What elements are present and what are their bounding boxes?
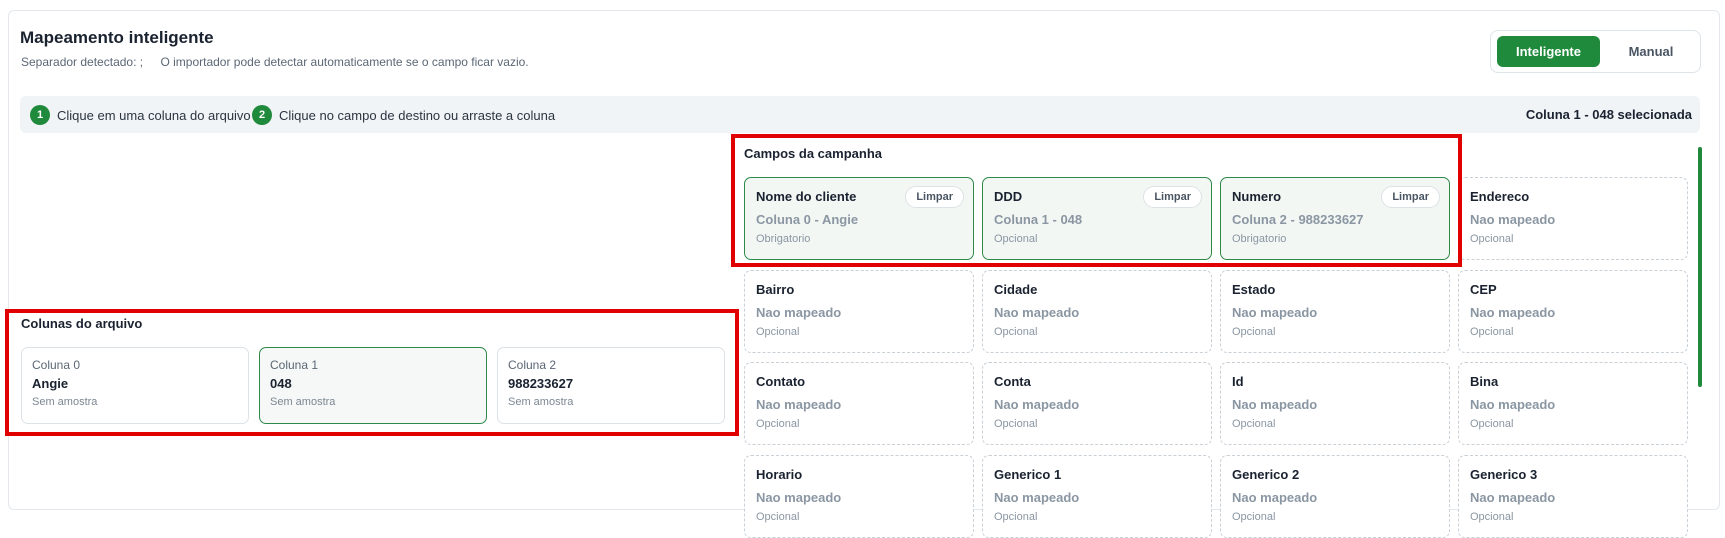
field-status: Opcional	[994, 418, 1038, 430]
field-card-generico-2[interactable]: Generico 2 Nao mapeado Opcional	[1220, 455, 1450, 538]
mode-inteligente-button[interactable]: Inteligente	[1497, 36, 1600, 67]
field-status: Opcional	[1470, 326, 1514, 338]
field-name: Horario	[756, 467, 803, 482]
field-mapping: Nao mapeado	[1232, 305, 1318, 320]
field-mapping: Nao mapeado	[994, 305, 1080, 320]
step-1: 1 Clique em uma coluna do arquivo	[30, 105, 251, 125]
step-1-badge: 1	[30, 105, 50, 125]
field-card-horario[interactable]: Horario Nao mapeado Opcional	[744, 455, 974, 538]
field-status: Opcional	[1232, 326, 1276, 338]
field-card-endereco[interactable]: Endereco Nao mapeado Opcional	[1458, 177, 1688, 260]
field-card-contato[interactable]: Contato Nao mapeado Opcional	[744, 362, 974, 445]
fields-scrollbar[interactable]	[1698, 147, 1702, 387]
hint-text: O importador pode detectar automaticamen…	[160, 55, 529, 69]
field-mapping: Nao mapeado	[756, 397, 842, 412]
field-name: CEP	[1470, 282, 1497, 297]
field-card-conta[interactable]: Conta Nao mapeado Opcional	[982, 362, 1212, 445]
field-card-bina[interactable]: Bina Nao mapeado Opcional	[1458, 362, 1688, 445]
field-mapping: Nao mapeado	[1232, 397, 1318, 412]
field-status: Opcional	[994, 511, 1038, 523]
field-mapping: Nao mapeado	[756, 305, 842, 320]
field-name: Estado	[1232, 282, 1276, 297]
mode-toggle: Inteligente Manual	[1490, 30, 1701, 73]
field-name: Endereco	[1470, 189, 1530, 204]
field-status: Opcional	[994, 326, 1038, 338]
page-title: Mapeamento inteligente	[20, 28, 214, 47]
mode-manual-button[interactable]: Manual	[1606, 36, 1696, 67]
field-card-generico-1[interactable]: Generico 1 Nao mapeado Opcional	[982, 455, 1212, 538]
field-card-cep[interactable]: CEP Nao mapeado Opcional	[1458, 270, 1688, 353]
field-status: Opcional	[756, 326, 800, 338]
field-card-id[interactable]: Id Nao mapeado Opcional	[1220, 362, 1450, 445]
field-card-generico-3[interactable]: Generico 3 Nao mapeado Opcional	[1458, 455, 1688, 538]
field-name: Bairro	[756, 282, 795, 297]
field-status: Opcional	[756, 511, 800, 523]
field-name: Contato	[756, 374, 806, 389]
step-1-text: Clique em uma coluna do arquivo	[57, 107, 251, 123]
field-mapping: Nao mapeado	[1470, 212, 1556, 227]
field-status: Opcional	[1232, 418, 1276, 430]
separator-text: Separador detectado: ;	[21, 55, 144, 69]
field-mapping: Nao mapeado	[1470, 305, 1556, 320]
step-2-badge: 2	[252, 105, 272, 125]
field-mapping: Nao mapeado	[1470, 397, 1556, 412]
step-2: 2 Clique no campo de destino ou arraste …	[252, 105, 555, 125]
field-status: Opcional	[1470, 233, 1514, 245]
field-status: Opcional	[1470, 511, 1514, 523]
field-card-bairro[interactable]: Bairro Nao mapeado Opcional	[744, 270, 974, 353]
field-status: Opcional	[1232, 511, 1276, 523]
field-name: Generico 3	[1470, 467, 1538, 482]
steps-bar: 1 Clique em uma coluna do arquivo 2 Cliq…	[20, 96, 1700, 133]
highlight-box-campaign-fields	[731, 134, 1462, 267]
field-card-cidade[interactable]: Cidade Nao mapeado Opcional	[982, 270, 1212, 353]
field-card-estado[interactable]: Estado Nao mapeado Opcional	[1220, 270, 1450, 353]
page-subtitle: Separador detectado: ; O importador pode…	[21, 55, 543, 69]
field-name: Conta	[994, 374, 1031, 389]
step-2-text: Clique no campo de destino ou arraste a …	[279, 107, 556, 123]
field-name: Cidade	[994, 282, 1038, 297]
field-name: Bina	[1470, 374, 1499, 389]
field-status: Opcional	[756, 418, 800, 430]
field-name: Generico 1	[994, 467, 1062, 482]
highlight-box-file-columns	[5, 309, 739, 436]
selected-column-status: Coluna 1 - 048 selecionada	[1525, 107, 1692, 122]
field-status: Opcional	[1470, 418, 1514, 430]
field-name: Generico 2	[1232, 467, 1300, 482]
field-name: Id	[1232, 374, 1244, 389]
field-mapping: Nao mapeado	[994, 397, 1080, 412]
